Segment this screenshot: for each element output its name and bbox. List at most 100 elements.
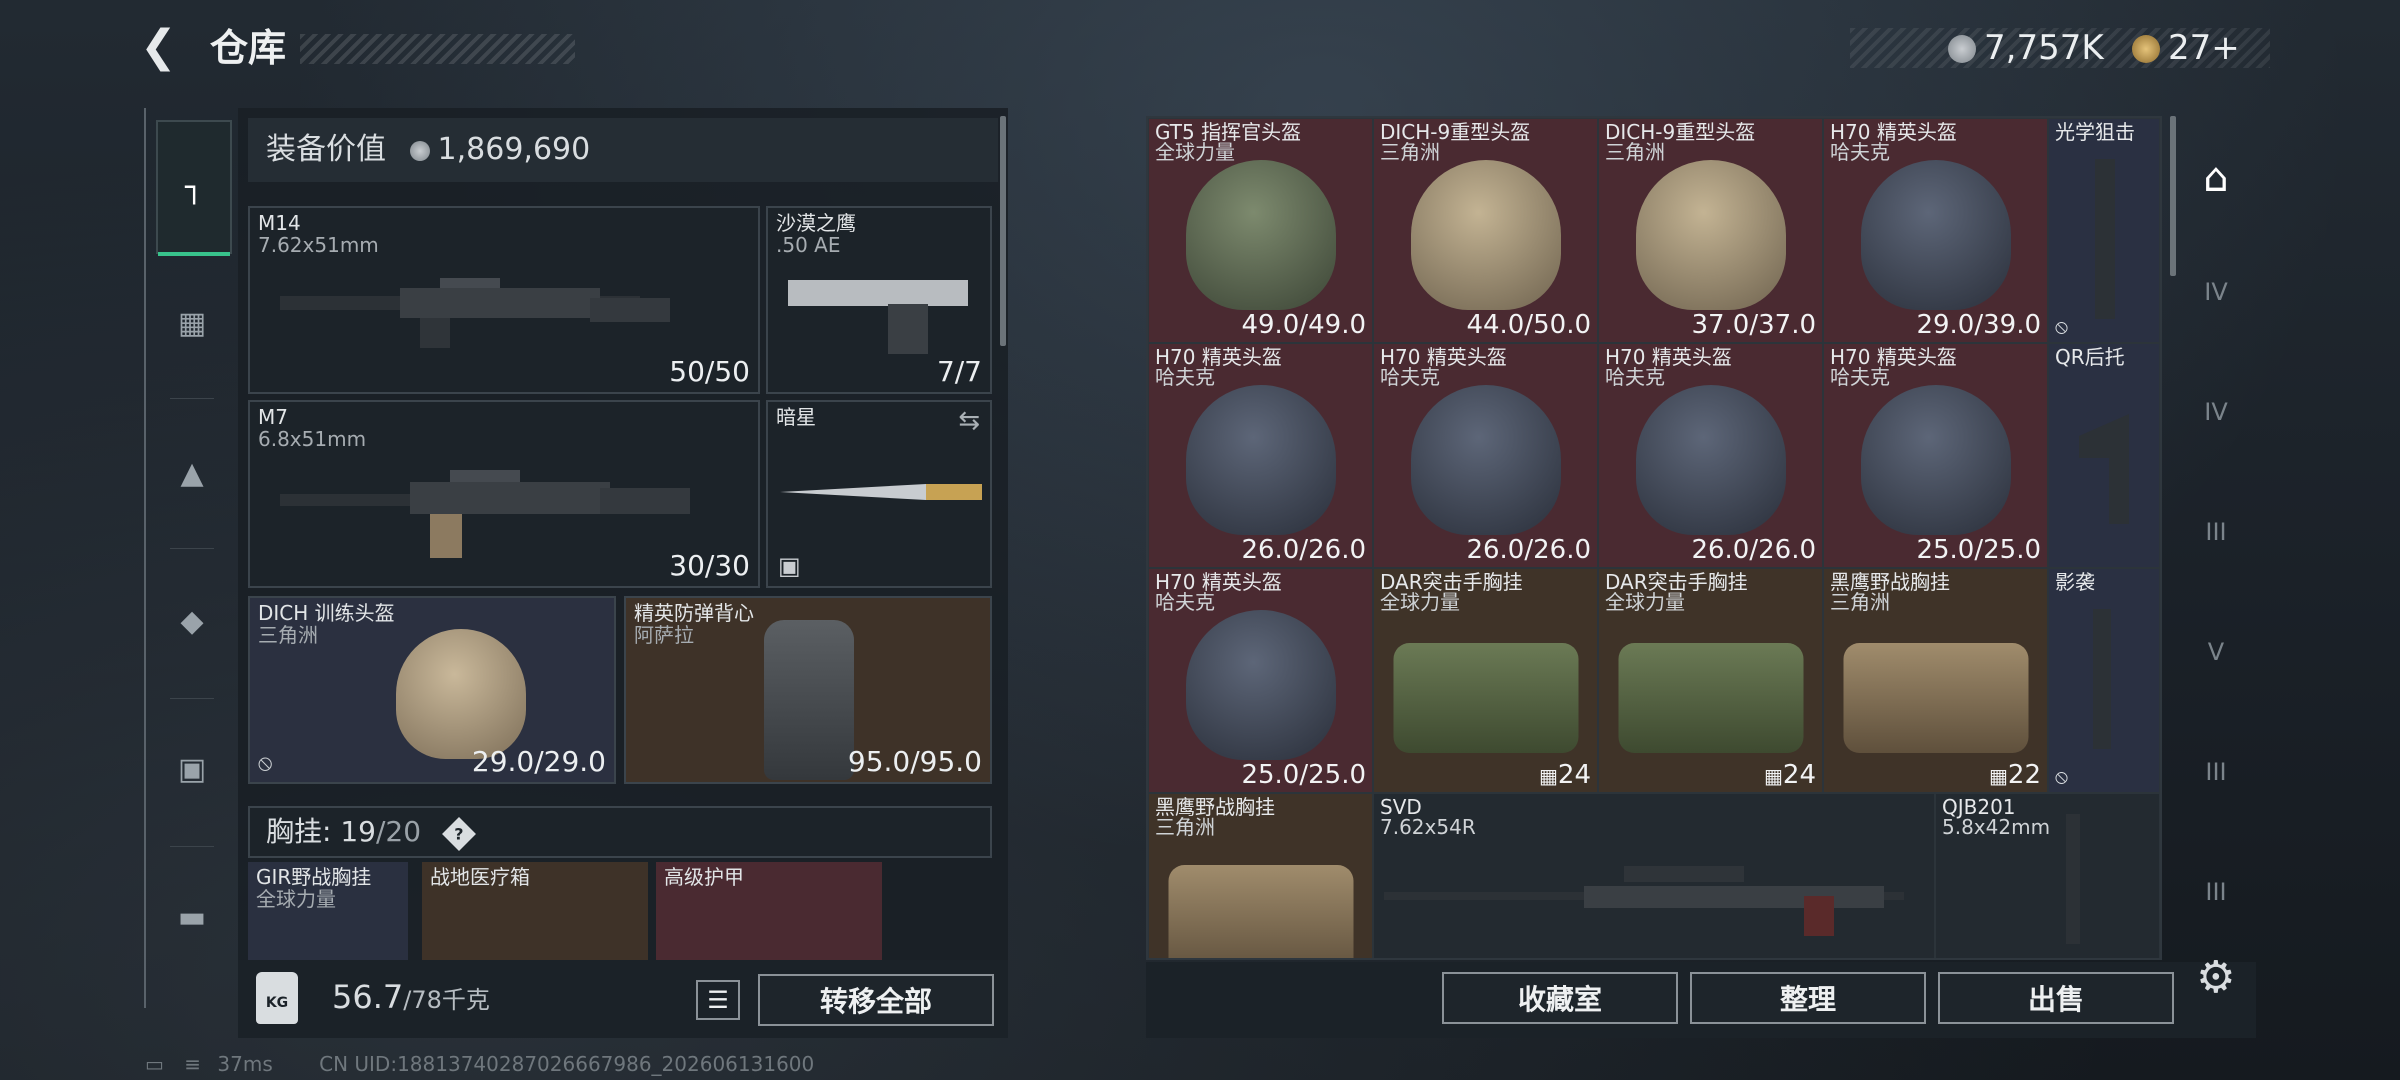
helmet-image	[1410, 384, 1561, 535]
help-icon[interactable]: ?	[441, 817, 476, 851]
chest-item[interactable]: 高级护甲	[656, 862, 882, 960]
item-name: 暗星	[776, 405, 816, 429]
capacity-icon: ▦	[1539, 764, 1558, 788]
item-name: 光学狙击	[2055, 120, 2135, 144]
weight-value: 56.7	[332, 978, 404, 1016]
no-repair-icon: ⦸	[2055, 314, 2069, 338]
durability: 29.0/39.0	[1916, 310, 2041, 340]
sort-button[interactable]: 整理	[1690, 972, 1926, 1024]
stash-tab-iii[interactable]: III	[2190, 506, 2242, 558]
chest-rig-image	[1618, 643, 1803, 754]
nav-backpack[interactable]: ▲	[156, 408, 228, 538]
divider	[170, 398, 214, 399]
stash-item[interactable]: H70 精英头盔 哈夫克 25.0/25.0	[1148, 568, 1373, 793]
item-caliber: .50 AE	[776, 233, 841, 257]
chest-rig-icon: ▦	[177, 305, 207, 341]
stash-item[interactable]: GT5 指挥官头盔 全球力量 49.0/49.0	[1148, 118, 1373, 343]
uid-text: CN UID:18813740287026667986_202606131600	[319, 1052, 815, 1076]
currency-tickets[interactable]: 27+	[2132, 26, 2240, 70]
stash-item[interactable]: H70 精英头盔 哈夫克 29.0/39.0	[1823, 118, 2048, 343]
helmet-slot[interactable]: DICH 训练头盔 三角洲 ⦸ 29.0/29.0	[248, 596, 616, 784]
durability: 25.0/25.0	[1241, 760, 1366, 790]
ping: 37ms	[217, 1052, 273, 1076]
stash-item[interactable]: 影袭 ⦸	[2048, 568, 2160, 793]
chest-item[interactable]: GIR野战胸挂 全球力量	[248, 862, 408, 960]
list-view-icon[interactable]: ☰	[696, 980, 740, 1020]
durability: 26.0/26.0	[1466, 535, 1591, 565]
item-faction: 三角洲	[258, 623, 318, 647]
transfer-all-button[interactable]: 转移全部	[758, 974, 994, 1026]
stash-tab-iii[interactable]: III	[2190, 746, 2242, 798]
stash-tab-v[interactable]: V	[2190, 626, 2242, 678]
wifi-icon: ≡	[184, 1052, 202, 1076]
stash-item[interactable]: H70 精英头盔 哈夫克 26.0/26.0	[1148, 343, 1373, 568]
primary-weapon-slot[interactable]: M14 7.62x51mm 50/50	[248, 206, 760, 394]
chest-item[interactable]: 战地医疗箱	[422, 862, 648, 960]
knife-image	[780, 484, 982, 500]
stash-home-icon[interactable]: ⌂	[2190, 152, 2242, 204]
vest-image	[764, 620, 854, 780]
armor-slot[interactable]: 精英防弹背心 阿萨拉 95.0/95.0	[624, 596, 992, 784]
rifle-image	[280, 278, 670, 348]
item-faction: 哈夫克	[1155, 590, 1215, 614]
nav-weapons[interactable]: ┐	[156, 120, 232, 256]
stash-item[interactable]: H70 精英头盔 哈夫克 25.0/25.0	[1823, 343, 2048, 568]
capacity: ▦22	[1989, 760, 2041, 790]
back-arrow-icon[interactable]: ❮	[140, 22, 190, 72]
stash-item[interactable]: DICH-9重型头盔 三角洲 44.0/50.0	[1373, 118, 1598, 343]
helmet-image	[1185, 384, 1336, 535]
stock-image	[2079, 414, 2129, 524]
loadout-scrollbar[interactable]	[1000, 116, 1006, 346]
durability: 29.0/29.0	[471, 745, 606, 778]
stash-item[interactable]: DICH-9重型头盔 三角洲 37.0/37.0	[1598, 118, 1823, 343]
item-name: 影袭	[2055, 570, 2095, 594]
case-icon: ▣	[177, 751, 207, 787]
divider	[170, 698, 214, 699]
stash-tab-iii[interactable]: III	[2190, 866, 2242, 918]
swap-icon[interactable]: ⇆	[958, 406, 980, 436]
item-name: DICH 训练头盔	[258, 601, 395, 625]
melee-slot[interactable]: 暗星 ⇆ ▣	[766, 400, 992, 588]
chest-rig-image	[1393, 643, 1578, 754]
stash-tab-iv[interactable]: IV	[2190, 266, 2242, 318]
stash-item[interactable]: H70 精英头盔 哈夫克 26.0/26.0	[1598, 343, 1823, 568]
coin-icon	[1948, 35, 1976, 63]
stash-item[interactable]: QR后托	[2048, 343, 2160, 568]
stash-scrollbar[interactable]	[2170, 116, 2176, 276]
secondary-weapon-slot[interactable]: M7 6.8x51mm 30/30	[248, 400, 760, 588]
item-faction: 三角洲	[1155, 815, 1215, 839]
page-title: 仓库	[210, 26, 287, 70]
helmet-image	[1635, 384, 1786, 535]
stash-item[interactable]: 黑鹰野战胸挂 三角洲	[1148, 793, 1373, 958]
nav-chest-rig[interactable]: ▦	[156, 258, 228, 388]
weight-icon: KG	[256, 972, 298, 1024]
helmet-image	[1860, 384, 2011, 535]
stash-item[interactable]: 黑鹰野战胸挂 三角洲 ▦22	[1823, 568, 2048, 793]
item-faction: 全球力量	[1155, 140, 1235, 164]
pistol-image	[788, 280, 968, 354]
pouch-icon: ◆	[180, 603, 204, 639]
durability: 95.0/95.0	[847, 745, 982, 778]
sell-button[interactable]: 出售	[1938, 972, 2174, 1024]
stash-item[interactable]: 光学狙击 ⦸	[2048, 118, 2160, 343]
helmet-image	[1185, 609, 1336, 760]
nav-pouch[interactable]: ◆	[156, 556, 228, 686]
stash-item[interactable]: DAR突击手胸挂 全球力量 ▦24	[1598, 568, 1823, 793]
rifle-image	[280, 470, 690, 558]
nav-case[interactable]: ▣	[156, 704, 228, 834]
scope-image	[2095, 159, 2115, 319]
sidearm-slot[interactable]: 沙漠之鹰 .50 AE 7/7	[766, 206, 992, 394]
currency-coins[interactable]: 7,757K	[1948, 26, 2104, 70]
stash-item[interactable]: SVD 7.62x54R	[1373, 793, 1935, 958]
capacity-icon: ▦	[1989, 764, 2008, 788]
nav-toolbox[interactable]: ▬	[156, 852, 228, 982]
stash-item[interactable]: H70 精英头盔 哈夫克 26.0/26.0	[1373, 343, 1598, 568]
capacity: ▦24	[1764, 760, 1816, 790]
stash-tab-iv[interactable]: IV	[2190, 386, 2242, 438]
settings-gear-icon[interactable]: ⚙	[2196, 952, 2235, 1003]
weight-max: /78千克	[403, 986, 490, 1014]
stash-item[interactable]: QJB201 5.8x42mm	[1935, 793, 2160, 958]
durability: 37.0/37.0	[1691, 310, 1816, 340]
stash-item[interactable]: DAR突击手胸挂 全球力量 ▦24	[1373, 568, 1598, 793]
collection-button[interactable]: 收藏室	[1442, 972, 1678, 1024]
